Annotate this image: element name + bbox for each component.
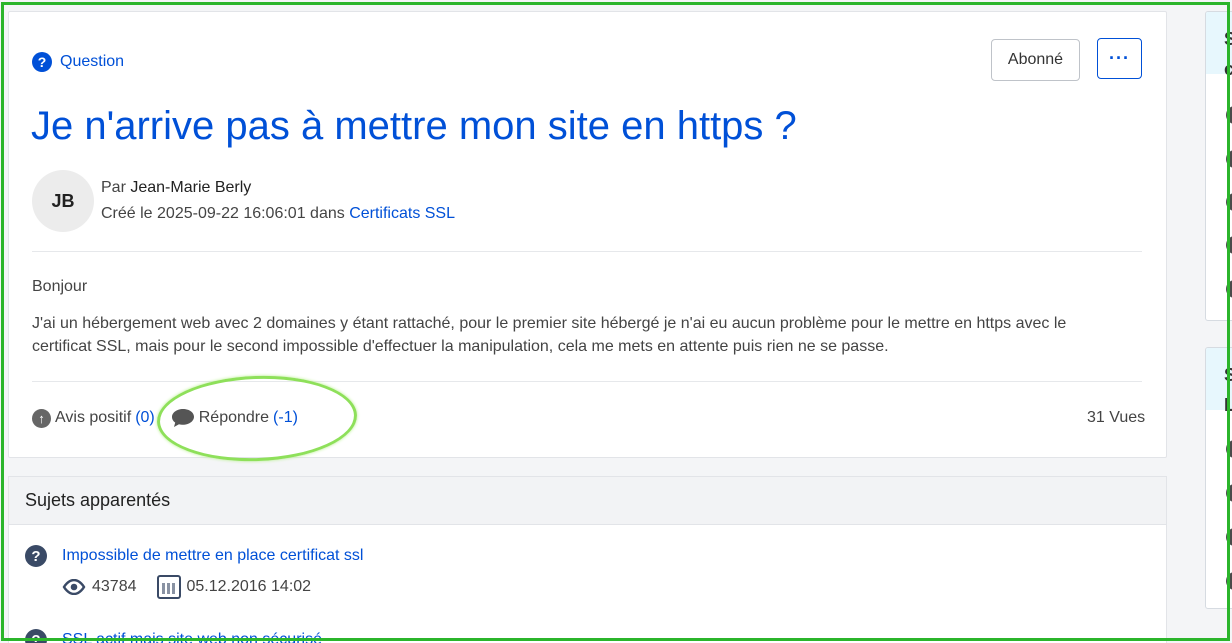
bullet-icon: [1226, 150, 1232, 168]
post-greeting: Bonjour: [32, 278, 88, 295]
eye-icon: [62, 579, 86, 595]
question-mark-icon: ?: [25, 545, 47, 567]
divider: [32, 381, 1142, 382]
more-options-button[interactable]: ···: [1097, 38, 1142, 79]
side-panel-header: S L: [1206, 348, 1232, 415]
bullet-icon: [1226, 236, 1232, 254]
bullet-icon: [1226, 484, 1232, 502]
question-mark-icon: ?: [25, 629, 47, 643]
upvote-count: (0): [135, 409, 155, 426]
created-line: Créé le 2025-09-22 16:06:01 dans Certifi…: [101, 205, 455, 223]
side-panel: S c: [1205, 11, 1232, 321]
post-body: J'ai un hébergement web avec 2 domaines …: [32, 315, 1067, 355]
bullet-icon: [1226, 193, 1232, 211]
upvote-button[interactable]: ↑ Avis positif (0): [32, 408, 155, 428]
bullet-icon: [1226, 572, 1232, 590]
divider: [32, 251, 1142, 252]
related-topic-link[interactable]: SSL actif mais site web non sécurisé: [62, 631, 322, 643]
view-count: 31 Vues: [1087, 409, 1146, 426]
author-name[interactable]: Jean-Marie Berly: [130, 179, 251, 196]
created-prefix: Créé le 2025-09-22 16:06:01 dans: [101, 205, 345, 222]
list-item[interactable]: ? SSL actif mais site web non sécurisé: [25, 629, 322, 643]
question-card: ? Question Abonné ··· Je n'arrive pas à …: [8, 11, 1167, 458]
subscribe-button[interactable]: Abonné: [991, 39, 1080, 81]
related-topic-link[interactable]: Impossible de mettre en place certificat…: [62, 547, 363, 565]
bullet-icon: [1226, 280, 1232, 298]
page-title: Je n'arrive pas à mettre mon site en htt…: [31, 104, 797, 148]
avatar[interactable]: JB: [32, 170, 94, 232]
related-topics-heading: Sujets apparentés: [9, 477, 1166, 525]
arrow-up-icon: ↑: [32, 408, 51, 428]
side-panel: S L: [1205, 347, 1232, 609]
question-type: ? Question: [32, 52, 124, 72]
author-prefix: Par: [101, 179, 126, 196]
related-topic-meta: 43784 05.12.2016 14:02: [62, 575, 311, 599]
author-line: Par Jean-Marie Berly: [101, 179, 251, 197]
list-item[interactable]: ? Impossible de mettre en place certific…: [25, 545, 363, 567]
question-mark-icon: ?: [32, 52, 52, 72]
question-type-label: Question: [60, 53, 125, 70]
bullet-icon: [1226, 528, 1232, 546]
upvote-label: Avis positif: [55, 409, 132, 426]
related-topics-card: Sujets apparentés ? Impossible de mettre…: [8, 476, 1167, 643]
related-topic-views: 43784: [92, 578, 137, 595]
category-link[interactable]: Certificats SSL: [349, 205, 455, 222]
bullet-icon: [1226, 440, 1232, 458]
related-topic-date: 05.12.2016 14:02: [186, 578, 312, 595]
bullet-icon: [1226, 106, 1232, 124]
calendar-icon: [156, 575, 181, 599]
side-panel-header: S c: [1206, 12, 1232, 79]
